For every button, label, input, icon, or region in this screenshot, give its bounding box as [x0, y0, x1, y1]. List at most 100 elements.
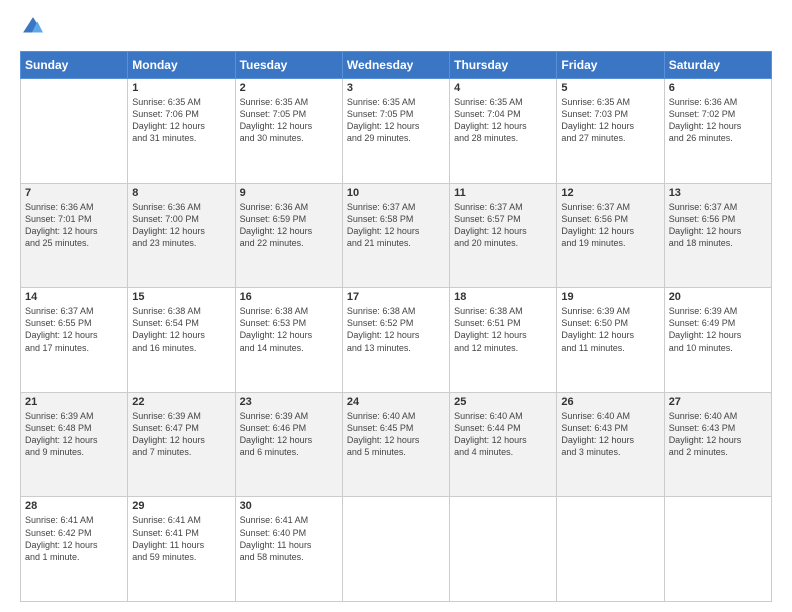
calendar-cell: 6 Sunrise: 6:36 AM Sunset: 7:02 PM Daylig… [664, 79, 771, 184]
day-number: 4 [454, 82, 552, 94]
day-number: 5 [561, 82, 659, 94]
day-number: 2 [240, 82, 338, 94]
day-info: Sunrise: 6:41 AM Sunset: 6:41 PM Dayligh… [132, 514, 230, 563]
calendar-cell: 28Sunrise: 6:41 AM Sunset: 6:42 PM Dayli… [21, 497, 128, 602]
calendar-row-3: 21 Sunrise: 6:39 AM Sunset: 6:48 PM Dayli… [21, 392, 772, 497]
day-number: 9 [240, 187, 338, 199]
day-number: 14 [25, 291, 123, 303]
day-info: Sunrise: 6:39 AM Sunset: 6:49 PM Dayligh… [669, 305, 767, 354]
calendar-cell: 27Sunrise: 6:40 AM Sunset: 6:43 PM Dayli… [664, 392, 771, 497]
day-number: 23 [240, 396, 338, 408]
logo-icon [22, 16, 44, 38]
logo [20, 16, 46, 43]
calendar-cell [557, 497, 664, 602]
weekday-header-saturday: Saturday [664, 52, 771, 79]
day-info: Sunrise: 6:41 AM Sunset: 6:40 PM Dayligh… [240, 514, 338, 563]
header [20, 16, 772, 43]
day-info: Sunrise: 6:37 AM Sunset: 6:57 PM Dayligh… [454, 201, 552, 250]
calendar-cell: 9 Sunrise: 6:36 AM Sunset: 6:59 PM Daylig… [235, 183, 342, 288]
weekday-header-monday: Monday [128, 52, 235, 79]
day-number: 26 [561, 396, 659, 408]
day-number: 21 [25, 396, 123, 408]
calendar-cell [664, 497, 771, 602]
calendar-cell: 30 Sunrise: 6:41 AM Sunset: 6:40 PM Dayli… [235, 497, 342, 602]
calendar-cell: 18Sunrise: 6:38 AM Sunset: 6:51 PM Dayli… [450, 288, 557, 393]
calendar-cell: 29 Sunrise: 6:41 AM Sunset: 6:41 PM Dayli… [128, 497, 235, 602]
day-number: 19 [561, 291, 659, 303]
calendar-cell: 3 Sunrise: 6:35 AM Sunset: 7:05 PM Daylig… [342, 79, 449, 184]
calendar-table: SundayMondayTuesdayWednesdayThursdayFrid… [20, 51, 772, 602]
day-number: 25 [454, 396, 552, 408]
day-number: 12 [561, 187, 659, 199]
day-info: Sunrise: 6:37 AM Sunset: 6:55 PM Dayligh… [25, 305, 123, 354]
day-info: Sunrise: 6:39 AM Sunset: 6:48 PM Dayligh… [25, 410, 123, 459]
day-info: Sunrise: 6:35 AM Sunset: 7:03 PM Dayligh… [561, 96, 659, 145]
day-number: 7 [25, 187, 123, 199]
calendar-cell: 11 Sunrise: 6:37 AM Sunset: 6:57 PM Dayli… [450, 183, 557, 288]
day-info: Sunrise: 6:40 AM Sunset: 6:43 PM Dayligh… [561, 410, 659, 459]
calendar-cell: 21 Sunrise: 6:39 AM Sunset: 6:48 PM Dayli… [21, 392, 128, 497]
calendar-cell [21, 79, 128, 184]
day-info: Sunrise: 6:39 AM Sunset: 6:47 PM Dayligh… [132, 410, 230, 459]
calendar-row-4: 28Sunrise: 6:41 AM Sunset: 6:42 PM Dayli… [21, 497, 772, 602]
day-info: Sunrise: 6:38 AM Sunset: 6:53 PM Dayligh… [240, 305, 338, 354]
calendar-row-0: 1Sunrise: 6:35 AM Sunset: 7:06 PM Daylig… [21, 79, 772, 184]
calendar-cell: 1Sunrise: 6:35 AM Sunset: 7:06 PM Daylig… [128, 79, 235, 184]
calendar-row-2: 14 Sunrise: 6:37 AM Sunset: 6:55 PM Dayli… [21, 288, 772, 393]
day-number: 11 [454, 187, 552, 199]
calendar-cell: 23 Sunrise: 6:39 AM Sunset: 6:46 PM Dayli… [235, 392, 342, 497]
weekday-header-sunday: Sunday [21, 52, 128, 79]
day-number: 24 [347, 396, 445, 408]
day-info: Sunrise: 6:36 AM Sunset: 6:59 PM Dayligh… [240, 201, 338, 250]
day-number: 15 [132, 291, 230, 303]
calendar-cell: 19 Sunrise: 6:39 AM Sunset: 6:50 PM Dayli… [557, 288, 664, 393]
day-info: Sunrise: 6:36 AM Sunset: 7:00 PM Dayligh… [132, 201, 230, 250]
day-number: 29 [132, 500, 230, 512]
day-info: Sunrise: 6:37 AM Sunset: 6:56 PM Dayligh… [561, 201, 659, 250]
day-info: Sunrise: 6:40 AM Sunset: 6:43 PM Dayligh… [669, 410, 767, 459]
day-info: Sunrise: 6:40 AM Sunset: 6:45 PM Dayligh… [347, 410, 445, 459]
day-info: Sunrise: 6:37 AM Sunset: 6:56 PM Dayligh… [669, 201, 767, 250]
calendar-cell: 24 Sunrise: 6:40 AM Sunset: 6:45 PM Dayli… [342, 392, 449, 497]
calendar-cell: 2Sunrise: 6:35 AM Sunset: 7:05 PM Daylig… [235, 79, 342, 184]
calendar-cell [342, 497, 449, 602]
calendar-cell: 4 Sunrise: 6:35 AM Sunset: 7:04 PM Daylig… [450, 79, 557, 184]
day-info: Sunrise: 6:35 AM Sunset: 7:05 PM Dayligh… [347, 96, 445, 145]
calendar-cell: 12 Sunrise: 6:37 AM Sunset: 6:56 PM Dayli… [557, 183, 664, 288]
calendar-cell [450, 497, 557, 602]
day-number: 6 [669, 82, 767, 94]
calendar-cell: 10 Sunrise: 6:37 AM Sunset: 6:58 PM Dayli… [342, 183, 449, 288]
calendar-cell: 14 Sunrise: 6:37 AM Sunset: 6:55 PM Dayli… [21, 288, 128, 393]
day-number: 3 [347, 82, 445, 94]
calendar-cell: 15 Sunrise: 6:38 AM Sunset: 6:54 PM Dayli… [128, 288, 235, 393]
day-info: Sunrise: 6:35 AM Sunset: 7:04 PM Dayligh… [454, 96, 552, 145]
calendar-cell: 8 Sunrise: 6:36 AM Sunset: 7:00 PM Daylig… [128, 183, 235, 288]
calendar-cell: 25 Sunrise: 6:40 AM Sunset: 6:44 PM Dayli… [450, 392, 557, 497]
day-info: Sunrise: 6:36 AM Sunset: 7:01 PM Dayligh… [25, 201, 123, 250]
day-number: 13 [669, 187, 767, 199]
weekday-header-wednesday: Wednesday [342, 52, 449, 79]
weekday-header-friday: Friday [557, 52, 664, 79]
day-info: Sunrise: 6:37 AM Sunset: 6:58 PM Dayligh… [347, 201, 445, 250]
day-number: 22 [132, 396, 230, 408]
weekday-header-row: SundayMondayTuesdayWednesdayThursdayFrid… [21, 52, 772, 79]
day-info: Sunrise: 6:35 AM Sunset: 7:06 PM Dayligh… [132, 96, 230, 145]
day-number: 16 [240, 291, 338, 303]
day-info: Sunrise: 6:40 AM Sunset: 6:44 PM Dayligh… [454, 410, 552, 459]
day-number: 20 [669, 291, 767, 303]
day-number: 17 [347, 291, 445, 303]
day-info: Sunrise: 6:39 AM Sunset: 6:46 PM Dayligh… [240, 410, 338, 459]
day-number: 10 [347, 187, 445, 199]
calendar-cell: 16 Sunrise: 6:38 AM Sunset: 6:53 PM Dayli… [235, 288, 342, 393]
day-number: 30 [240, 500, 338, 512]
calendar-row-1: 7 Sunrise: 6:36 AM Sunset: 7:01 PM Daylig… [21, 183, 772, 288]
day-info: Sunrise: 6:39 AM Sunset: 6:50 PM Dayligh… [561, 305, 659, 354]
day-info: Sunrise: 6:38 AM Sunset: 6:51 PM Dayligh… [454, 305, 552, 354]
calendar-cell: 26 Sunrise: 6:40 AM Sunset: 6:43 PM Dayli… [557, 392, 664, 497]
day-info: Sunrise: 6:41 AM Sunset: 6:42 PM Dayligh… [25, 514, 123, 563]
day-info: Sunrise: 6:38 AM Sunset: 6:54 PM Dayligh… [132, 305, 230, 354]
weekday-header-thursday: Thursday [450, 52, 557, 79]
day-info: Sunrise: 6:36 AM Sunset: 7:02 PM Dayligh… [669, 96, 767, 145]
day-info: Sunrise: 6:38 AM Sunset: 6:52 PM Dayligh… [347, 305, 445, 354]
day-number: 8 [132, 187, 230, 199]
